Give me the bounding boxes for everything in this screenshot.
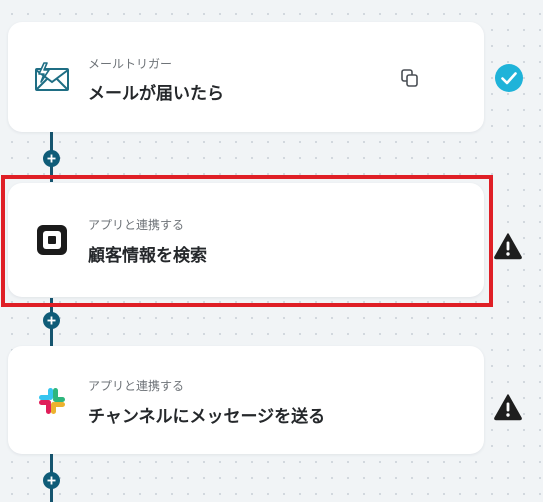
plus-icon	[47, 316, 56, 325]
step-type-label: アプリと連携する	[88, 379, 185, 393]
add-step-button[interactable]	[43, 472, 60, 489]
step-completed-check-icon	[494, 63, 524, 93]
step-type-label: メールトリガー	[88, 57, 173, 71]
add-step-button[interactable]	[43, 312, 60, 329]
plus-icon	[47, 154, 56, 163]
step-title: チャンネルにメッセージを送る	[88, 407, 326, 427]
warning-icon	[493, 392, 523, 422]
mail-trigger-icon	[32, 58, 72, 98]
copy-icon[interactable]	[400, 68, 420, 88]
highlight-frame	[1, 175, 493, 307]
flow-step-card-slack-message[interactable]: アプリと連携する チャンネルにメッセージを送る	[8, 346, 484, 454]
plus-icon	[47, 476, 56, 485]
step-title: メールが届いたら	[88, 84, 224, 104]
add-step-button[interactable]	[43, 150, 60, 167]
warning-icon	[493, 231, 523, 261]
slack-icon	[32, 381, 72, 421]
flow-step-card-mail-trigger[interactable]: メールトリガー メールが届いたら	[8, 22, 484, 132]
